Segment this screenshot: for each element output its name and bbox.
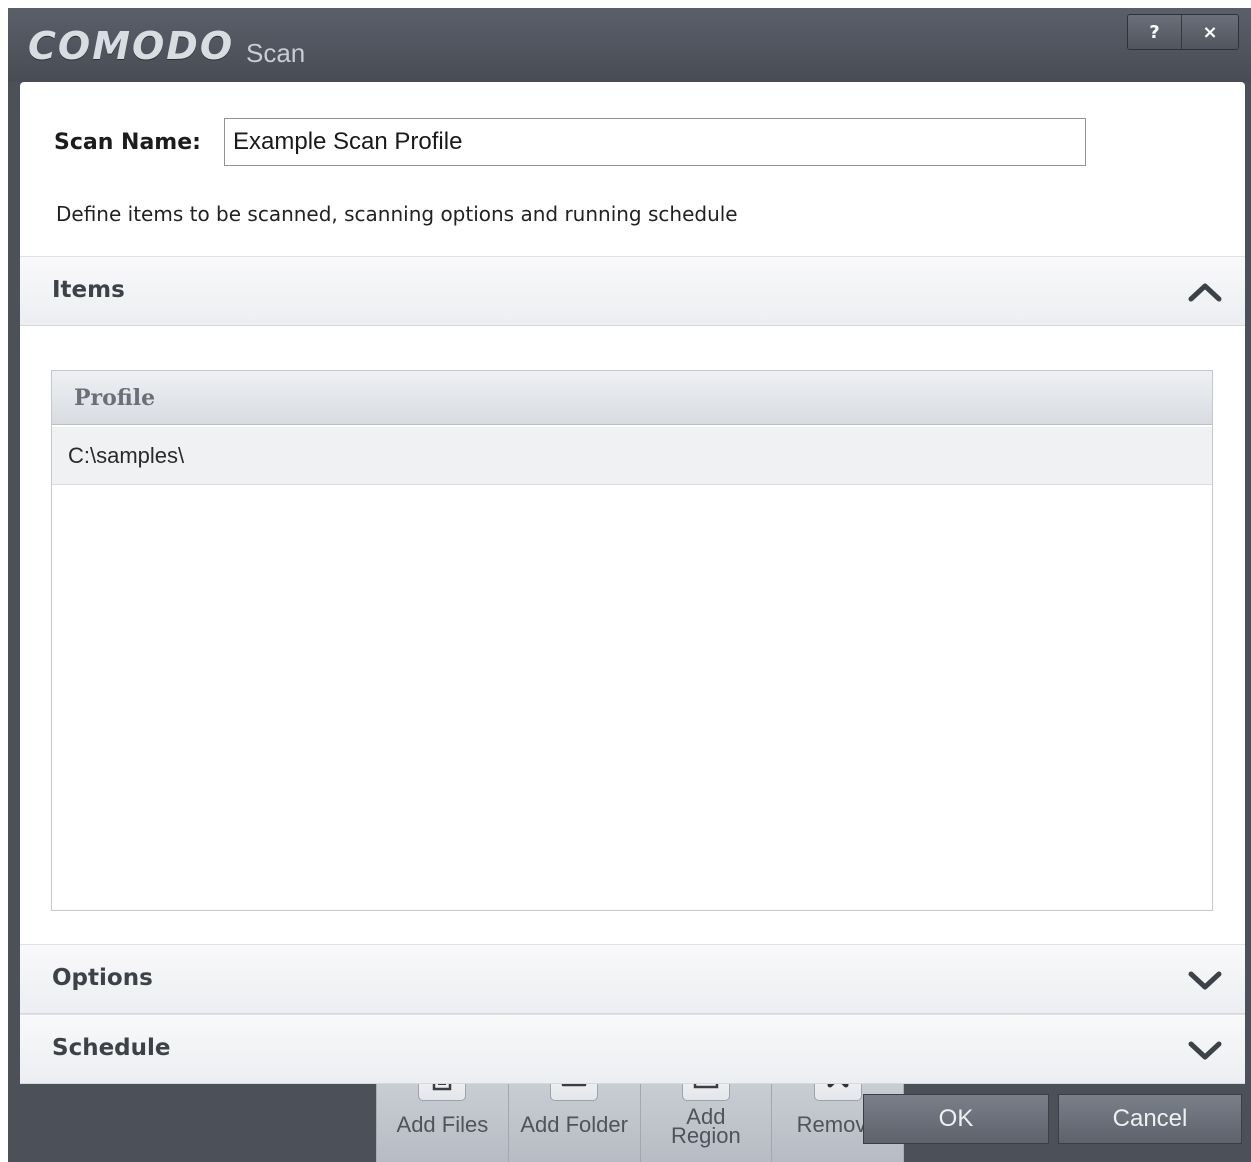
list-item-path: C:\samples\ bbox=[68, 443, 185, 468]
section-options-header[interactable]: Options bbox=[20, 944, 1245, 1014]
close-button[interactable]: × bbox=[1182, 15, 1238, 49]
ok-button[interactable]: OK bbox=[863, 1094, 1049, 1144]
window-controls: ? × bbox=[1127, 14, 1239, 50]
help-button[interactable]: ? bbox=[1128, 15, 1182, 49]
scan-name-label: Scan Name: bbox=[54, 130, 201, 155]
content-panel: Scan Name: Example Scan Profile Define i… bbox=[20, 82, 1245, 1162]
chevron-down-icon[interactable] bbox=[1187, 965, 1223, 995]
scan-dialog-window: COMODO Scan ? × Scan Name: Example Scan … bbox=[8, 8, 1251, 1162]
add-region-label: Add Region bbox=[671, 1104, 741, 1148]
title-bar: COMODO Scan ? × bbox=[8, 8, 1251, 82]
chevron-down-icon[interactable] bbox=[1187, 1035, 1223, 1065]
section-schedule-header[interactable]: Schedule bbox=[20, 1014, 1245, 1084]
section-options-title: Options bbox=[52, 965, 153, 991]
add-files-label: Add Files bbox=[396, 1112, 489, 1137]
scan-name-input[interactable]: Example Scan Profile bbox=[224, 118, 1086, 166]
list-header: Profile bbox=[52, 371, 1212, 425]
window-title: Scan bbox=[246, 38, 306, 68]
description-text: Define items to be scanned, scanning opt… bbox=[56, 202, 738, 226]
section-items-title: Items bbox=[52, 277, 125, 303]
section-schedule-title: Schedule bbox=[52, 1035, 171, 1061]
items-list: Profile C:\samples\ bbox=[51, 370, 1213, 911]
list-item[interactable]: C:\samples\ bbox=[52, 427, 1212, 485]
section-items-header[interactable]: Items bbox=[20, 256, 1245, 326]
add-folder-label: Add Folder bbox=[520, 1112, 628, 1137]
column-header-profile: Profile bbox=[74, 385, 156, 411]
cancel-button[interactable]: Cancel bbox=[1058, 1094, 1242, 1144]
comodo-logo: COMODO bbox=[28, 24, 235, 68]
items-section-content: Profile C:\samples\ Add Files Add Folder… bbox=[20, 334, 1245, 1162]
chevron-up-icon[interactable] bbox=[1187, 277, 1223, 307]
